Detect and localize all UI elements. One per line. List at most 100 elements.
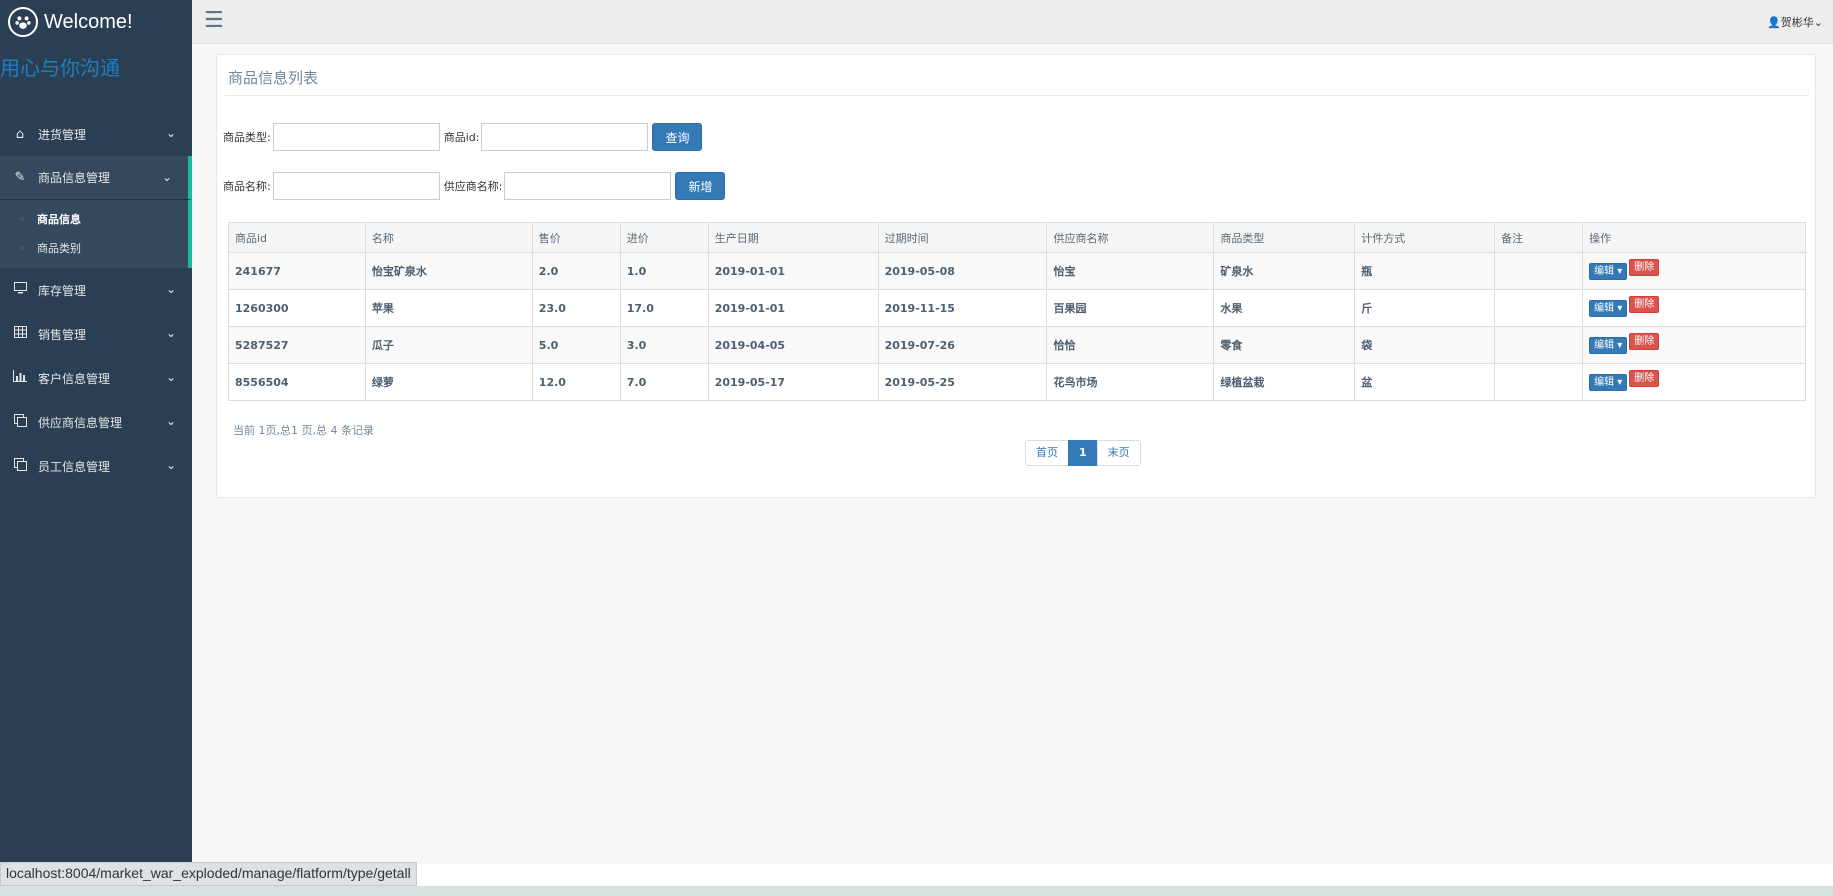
cell-id: 1260300 <box>228 289 366 327</box>
brand-title: Welcome! <box>44 10 133 33</box>
cell-supplier: 恰恰 <box>1046 326 1215 364</box>
subnav-item-goods-info[interactable]: 商品信息 <box>0 204 188 233</box>
user-icon: 👤 <box>1767 16 1781 29</box>
table-row: 5287527 瓜子 5.0 3.0 2019-04-05 2019-07-26… <box>228 326 1806 364</box>
cell-supplier: 花鸟市场 <box>1046 363 1215 401</box>
edit-button-label: 编辑 <box>1594 302 1615 314</box>
delete-button[interactable]: 删除 <box>1629 295 1660 313</box>
cell-sale-price: 5.0 <box>531 326 621 364</box>
sidebar-item-staff[interactable]: 员工信息管理 ⌄ <box>0 444 192 488</box>
cell-unit: 盆 <box>1354 363 1496 401</box>
cell-supplier: 怡宝 <box>1046 252 1215 290</box>
cell-name: 瓜子 <box>364 326 533 364</box>
user-menu[interactable]: 👤贺彬华⌄ <box>1767 14 1823 30</box>
cell-name: 苹果 <box>364 289 533 327</box>
sidebar-item-label: 员工信息管理 <box>38 459 111 474</box>
hamburger-icon[interactable]: ☰ <box>204 8 224 33</box>
table-row: 241677 怡宝矿泉水 2.0 1.0 2019-01-01 2019-05-… <box>228 252 1806 290</box>
goods-name-input[interactable] <box>272 172 440 200</box>
user-name: 贺彬华 <box>1780 16 1814 29</box>
cell-id: 5287527 <box>228 326 366 364</box>
cell-sale-price: 12.0 <box>531 363 621 401</box>
bottom-strip <box>0 886 1833 896</box>
clone-icon <box>12 413 28 431</box>
sidebar-item-inventory[interactable]: 库存管理 ⌄ <box>0 268 192 312</box>
cell-name: 绿萝 <box>364 363 533 401</box>
caret-down-icon: ▾ <box>1617 302 1623 314</box>
sidebar-item-suppliers[interactable]: 供应商信息管理 ⌄ <box>0 400 192 444</box>
bar-chart-icon <box>12 370 28 386</box>
pager-first[interactable]: 首页 <box>1025 440 1069 466</box>
cell-expiry-date: 2019-05-08 <box>877 252 1048 290</box>
cell-sale-price: 2.0 <box>531 252 621 290</box>
sidebar-item-sales[interactable]: 销售管理 ⌄ <box>0 312 192 356</box>
column-header: 名称 <box>364 222 533 253</box>
browser-status-url: localhost:8004/market_war_exploded/manag… <box>0 862 417 886</box>
cell-id: 241677 <box>228 252 366 290</box>
edit-button-label: 编辑 <box>1594 376 1615 388</box>
cell-production-date: 2019-01-01 <box>707 289 879 327</box>
delete-button[interactable]: 删除 <box>1629 258 1660 276</box>
column-header: 生产日期 <box>707 222 879 253</box>
name-label: 商品名称: <box>223 180 271 193</box>
cell-expiry-date: 2019-05-25 <box>877 363 1048 401</box>
cell-type: 绿植盆栽 <box>1213 363 1356 401</box>
cell-id: 8556504 <box>228 363 366 401</box>
subnav-item-goods-category[interactable]: 商品类别 <box>0 233 188 262</box>
pager-current-page[interactable]: 1 <box>1068 440 1098 466</box>
sidebar-item-label: 客户信息管理 <box>38 371 111 386</box>
goods-id-input[interactable] <box>481 123 649 151</box>
cell-supplier: 百果园 <box>1046 289 1215 327</box>
edit-button-label: 编辑 <box>1594 265 1615 277</box>
column-header: 商品id <box>228 222 366 253</box>
goods-table: 商品id 名称 售价 进价 生产日期 过期时间 供应商名称 商品类型 计件方式 … <box>228 222 1806 401</box>
column-header: 过期时间 <box>877 222 1048 253</box>
footer <box>192 864 1833 888</box>
delete-button[interactable]: 删除 <box>1629 332 1660 350</box>
table-header-row: 商品id 名称 售价 进价 生产日期 过期时间 供应商名称 商品类型 计件方式 … <box>228 222 1806 253</box>
cell-type: 零食 <box>1213 326 1356 364</box>
home-icon: ⌂ <box>15 126 25 142</box>
top-bar: ☰ 👤贺彬华⌄ <box>192 0 1833 44</box>
chevron-down-icon: ⌄ <box>165 126 176 140</box>
pager-last[interactable]: 末页 <box>1096 440 1141 466</box>
panel-divider <box>225 95 1809 96</box>
sidebar-item-goods[interactable]: ✎ 商品信息管理 ⌄ <box>0 156 192 200</box>
id-label: 商品id: <box>443 131 480 144</box>
sidebar-item-customers[interactable]: 客户信息管理 ⌄ <box>0 356 192 400</box>
edit-button[interactable]: 编辑 ▾ <box>1589 299 1628 317</box>
sidebar-item-purchase[interactable]: ⌂ 进货管理 ⌄ <box>0 112 192 156</box>
cell-type: 水果 <box>1213 289 1356 327</box>
cell-production-date: 2019-05-17 <box>707 363 879 401</box>
cell-unit: 瓶 <box>1354 252 1496 290</box>
query-button[interactable]: 查询 <box>652 123 703 151</box>
column-header: 操作 <box>1582 222 1806 253</box>
edit-button[interactable]: 编辑 ▾ <box>1589 336 1628 354</box>
chevron-down-icon: ⌄ <box>165 326 176 340</box>
column-header: 进价 <box>619 222 709 253</box>
sidebar-item-label: 供应商信息管理 <box>38 415 123 430</box>
table-row: 1260300 苹果 23.0 17.0 2019-01-01 2019-11-… <box>228 289 1806 327</box>
chevron-down-icon: ⌄ <box>165 458 176 472</box>
goods-type-input[interactable] <box>272 123 440 151</box>
column-header: 商品类型 <box>1213 222 1356 253</box>
cell-unit: 斤 <box>1354 289 1496 327</box>
delete-button[interactable]: 删除 <box>1629 369 1660 387</box>
cell-expiry-date: 2019-07-26 <box>877 326 1048 364</box>
column-header: 计件方式 <box>1354 222 1496 253</box>
brand[interactable]: Welcome! <box>0 0 192 44</box>
sidebar-nav: ⌂ 进货管理 ⌄ ✎ 商品信息管理 ⌄ 商品信息 商品类别 库存管理 ⌄ 销售管… <box>0 112 192 488</box>
table-icon <box>12 326 28 342</box>
cell-remark <box>1494 363 1584 401</box>
caret-down-icon: ▾ <box>1617 339 1623 351</box>
paw-icon <box>8 7 38 37</box>
add-button[interactable]: 新增 <box>675 172 726 200</box>
chevron-down-icon: ⌄ <box>165 370 176 384</box>
subnav-goods: 商品信息 商品类别 <box>0 200 192 268</box>
edit-button[interactable]: 编辑 ▾ <box>1589 262 1628 280</box>
edit-button[interactable]: 编辑 ▾ <box>1589 373 1628 391</box>
cell-cost-price: 7.0 <box>619 363 709 401</box>
sidebar-item-label: 库存管理 <box>38 283 87 298</box>
supplier-name-input[interactable] <box>504 172 672 200</box>
cell-remark <box>1494 252 1584 290</box>
